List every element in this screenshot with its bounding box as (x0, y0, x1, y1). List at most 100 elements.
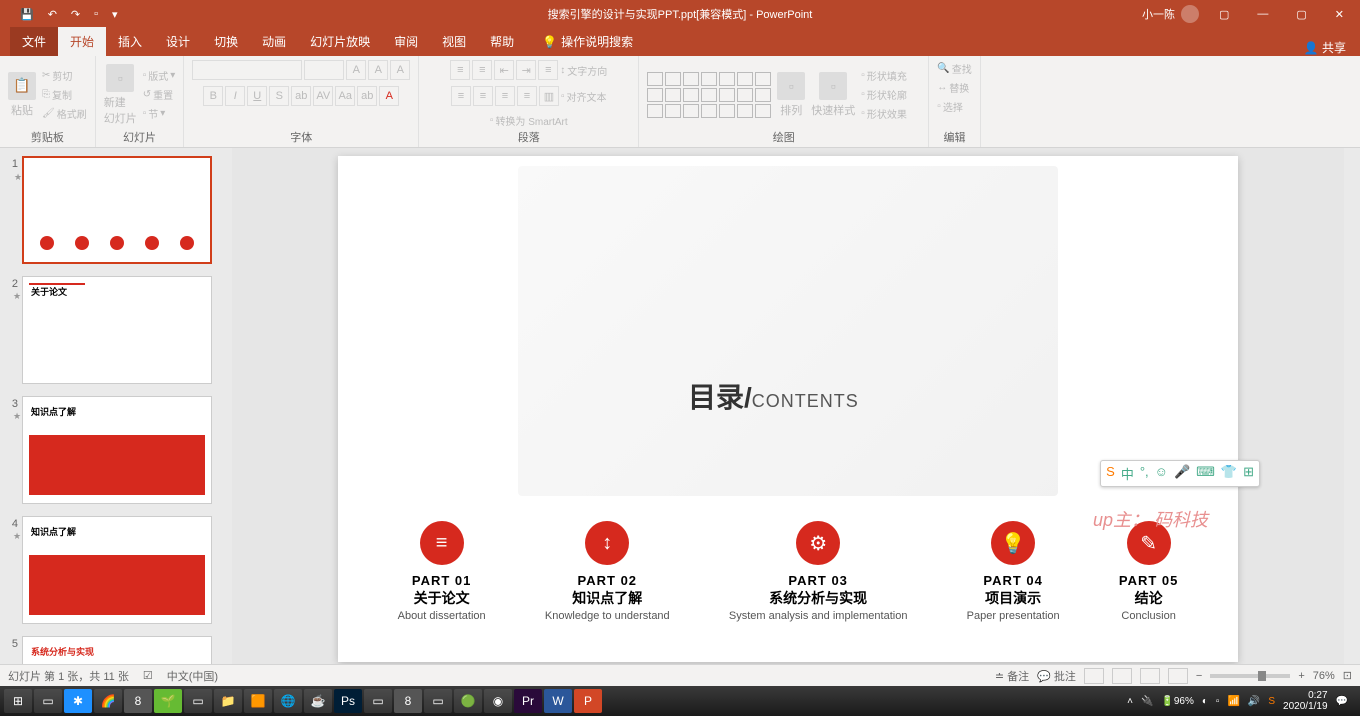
task-app-ps[interactable]: Ps (334, 689, 362, 713)
align-center-button[interactable]: ≡ (473, 86, 493, 106)
comments-button[interactable]: 💬 批注 (1037, 668, 1076, 684)
tab-help[interactable]: 帮助 (478, 27, 526, 56)
taskview-button[interactable]: ▭ (34, 689, 62, 713)
strike-button[interactable]: S (269, 86, 289, 106)
tab-view[interactable]: 视图 (430, 27, 478, 56)
task-app-6[interactable]: 📁 (214, 689, 242, 713)
bold-button[interactable]: B (203, 86, 223, 106)
avatar[interactable] (1181, 5, 1199, 23)
task-app-7[interactable]: 🟧 (244, 689, 272, 713)
close-icon[interactable]: ✕ (1327, 4, 1352, 25)
task-app-pr[interactable]: Pr (514, 689, 542, 713)
start-button[interactable]: ⊞ (4, 689, 32, 713)
quick-styles-button[interactable]: ▫快速样式 (811, 72, 855, 118)
task-app-word[interactable]: W (544, 689, 572, 713)
new-slide-button[interactable]: ▫新建 幻灯片 (104, 64, 137, 126)
shape-effects-button[interactable]: ▫ 形状效果 (861, 105, 907, 122)
slide-1[interactable]: 目录/CONTENTS ≡PART 01关于论文About dissertati… (338, 156, 1238, 662)
tab-design[interactable]: 设计 (154, 27, 202, 56)
thumb-5[interactable]: 系统分析与实现 (22, 636, 212, 664)
copy-button[interactable]: ⎘ 复制 (42, 86, 87, 103)
notifications-icon[interactable]: 💬 (1336, 696, 1348, 707)
ime-voice-icon[interactable]: 🎤 (1174, 464, 1190, 483)
ime-emoji-icon[interactable]: ☺ (1155, 464, 1168, 483)
align-text-button[interactable]: ▫ 对齐文本 (561, 86, 607, 106)
font-size-select[interactable] (304, 60, 344, 80)
vertical-scrollbar[interactable] (1344, 148, 1360, 664)
tell-me[interactable]: 💡操作说明搜索 (530, 27, 645, 56)
replace-button[interactable]: ↔ 替换 (937, 79, 969, 96)
ime-keyboard-icon[interactable]: ⌨ (1196, 464, 1215, 483)
zoom-in-button[interactable]: + (1298, 670, 1304, 682)
increase-font-button[interactable]: A (346, 60, 366, 80)
zoom-slider[interactable] (1210, 674, 1290, 678)
shapes-gallery[interactable] (647, 72, 771, 118)
task-app-8[interactable]: 🌐 (274, 689, 302, 713)
windows-taskbar[interactable]: ⊞ ▭ ✱ 🌈 8 🌱 ▭ 📁 🟧 🌐 ☕ Ps ▭ 8 ▭ 🟢 ◉ Pr W … (0, 686, 1360, 716)
tab-animations[interactable]: 动画 (250, 27, 298, 56)
font-color-button[interactable]: A (379, 86, 399, 106)
task-app-3[interactable]: 8 (124, 689, 152, 713)
bullets-button[interactable]: ≡ (450, 60, 470, 80)
select-button[interactable]: ▫ 选择 (937, 98, 963, 115)
tab-slideshow[interactable]: 幻灯片放映 (298, 27, 382, 56)
underline-button[interactable]: U (247, 86, 267, 106)
find-button[interactable]: 🔍 查找 (937, 60, 971, 77)
clear-format-button[interactable]: A (390, 60, 410, 80)
thumb-2[interactable]: ★ 关于论文 (22, 276, 212, 384)
volume-icon[interactable]: 🔊 (1248, 696, 1260, 707)
slide-counter[interactable]: 幻灯片 第 1 张，共 11 张 (8, 668, 129, 684)
slideshow-view-button[interactable] (1168, 668, 1188, 684)
section-button[interactable]: ▫ 节 ▾ (143, 105, 176, 122)
slideshow-icon[interactable]: ▫ (94, 8, 98, 20)
task-app-2[interactable]: 🌈 (94, 689, 122, 713)
thumb-4[interactable]: ★ 知识点了解 (22, 516, 212, 624)
cut-button[interactable]: ✂ 剪切 (42, 67, 87, 84)
highlight-button[interactable]: ab (357, 86, 377, 106)
columns-button[interactable]: ▥ (539, 86, 559, 106)
text-direction-button[interactable]: ↕ 文字方向 (560, 60, 607, 80)
arrange-button[interactable]: ▫排列 (777, 72, 805, 118)
undo-icon[interactable]: ↶ (48, 8, 57, 21)
power-icon[interactable]: 🔌 (1141, 696, 1153, 707)
qat-more-icon[interactable]: ▾ (112, 8, 118, 21)
task-app-11[interactable]: ▭ (364, 689, 392, 713)
ime-skin-icon[interactable]: 👕 (1221, 464, 1237, 483)
decrease-font-button[interactable]: A (368, 60, 388, 80)
task-app-5[interactable]: ▭ (184, 689, 212, 713)
tab-home[interactable]: 开始 (58, 27, 106, 56)
task-app-9[interactable]: ☕ (304, 689, 332, 713)
system-tray[interactable]: ˄ 🔌 🔋96% ◐ ▫ 📶 🔊 S 0:27 2020/1/19 💬 (1127, 690, 1356, 712)
slide-thumbnails[interactable]: 1 ★ 2 ★ 关于论文 3 ★ 知识点了解 4 ★ 知识点了解 5 系统分析与… (0, 148, 232, 664)
reading-view-button[interactable] (1140, 668, 1160, 684)
sorter-view-button[interactable] (1112, 668, 1132, 684)
wifi-icon[interactable]: 📶 (1227, 696, 1239, 707)
maximize-icon[interactable]: ▢ (1288, 4, 1314, 25)
align-right-button[interactable]: ≡ (495, 86, 515, 106)
task-app-12[interactable]: 8 (394, 689, 422, 713)
tray-icon-2[interactable]: ▫ (1216, 696, 1220, 707)
task-app-13[interactable]: ▭ (424, 689, 452, 713)
task-app-1[interactable]: ✱ (64, 689, 92, 713)
task-app-ppt[interactable]: P (574, 689, 602, 713)
align-left-button[interactable]: ≡ (451, 86, 471, 106)
shape-outline-button[interactable]: ▫ 形状轮廓 (861, 86, 907, 103)
tab-insert[interactable]: 插入 (106, 27, 154, 56)
shadow-button[interactable]: ab (291, 86, 311, 106)
notes-button[interactable]: ≐ 备注 (995, 668, 1029, 684)
normal-view-button[interactable] (1084, 668, 1104, 684)
save-icon[interactable]: 💾 (20, 8, 34, 21)
zoom-out-button[interactable]: − (1196, 670, 1202, 682)
tab-transitions[interactable]: 切换 (202, 27, 250, 56)
tray-up-icon[interactable]: ˄ (1127, 696, 1133, 707)
ime-tray-icon[interactable]: S (1268, 696, 1275, 707)
ime-toolbar[interactable]: S 中 °, ☺ 🎤 ⌨ 👕 ⊞ (1100, 460, 1260, 487)
ime-punct-icon[interactable]: °, (1140, 464, 1149, 483)
thumb-3[interactable]: ★ 知识点了解 (22, 396, 212, 504)
font-family-select[interactable] (192, 60, 302, 80)
zoom-level[interactable]: 76% (1313, 670, 1335, 682)
reset-button[interactable]: ↺ 重置 (143, 86, 176, 103)
layout-button[interactable]: ▫ 版式 ▾ (143, 67, 176, 84)
task-app-15[interactable]: ◉ (484, 689, 512, 713)
battery-icon[interactable]: 🔋96% (1161, 696, 1193, 707)
